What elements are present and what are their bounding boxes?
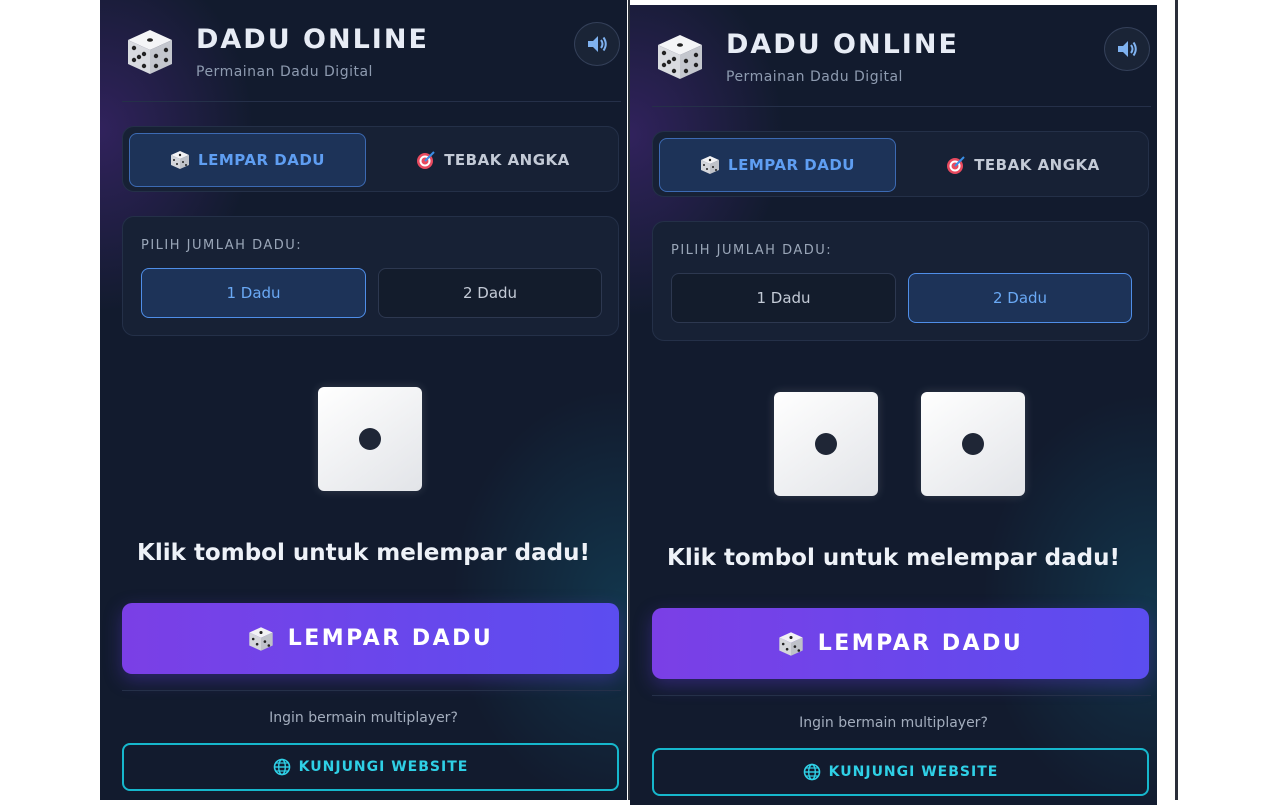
tab-tebak-angka[interactable]: TEBAK ANGKA [373,133,613,187]
dice-count-selector: PILIH JUMLAH DADU: 1 Dadu 2 Dadu [652,221,1149,341]
sound-toggle-button[interactable] [574,22,620,66]
roll-hint-text: Klik tombol untuk melempar dadu! [137,540,590,566]
tab-label: LEMPAR DADU [198,151,325,169]
app-subtitle: Permainan Dadu Digital [726,69,903,85]
die-pip [359,428,381,450]
mode-tabs: LEMPAR DADU TEBAK ANGKA [652,131,1149,197]
die-face [318,387,422,491]
dice-logo-icon [658,35,702,79]
roll-dice-button[interactable]: LEMPAR DADU [652,608,1149,679]
die-pip [962,433,984,455]
speaker-icon [1118,41,1137,57]
header-divider [652,106,1151,107]
target-icon [947,156,965,174]
roll-button-label: LEMPAR DADU [817,631,1024,656]
app-subtitle: Permainan Dadu Digital [196,64,373,80]
tab-lempar-dadu[interactable]: LEMPAR DADU [659,138,896,192]
header-divider [122,101,621,102]
visit-website-button[interactable]: KUNJUNGI WEBSITE [652,748,1149,796]
website-button-label: KUNJUNGI WEBSITE [828,764,999,780]
tab-label: TEBAK ANGKA [444,151,570,169]
dice-count-selector: PILIH JUMLAH DADU: 1 Dadu 2 Dadu [122,216,619,336]
dice-count-label: PILIH JUMLAH DADU: [671,243,833,258]
visit-website-button[interactable]: KUNJUNGI WEBSITE [122,743,619,791]
roll-button-label: LEMPAR DADU [287,626,494,651]
roll-dice-button[interactable]: LEMPAR DADU [122,603,619,674]
dice-logo-icon [128,30,172,74]
roll-hint-text: Klik tombol untuk melempar dadu! [667,545,1120,571]
dice-icon [779,631,803,656]
website-button-label: KUNJUNGI WEBSITE [298,759,469,775]
footer-divider [122,690,621,691]
two-dice-button[interactable]: 2 Dadu [908,273,1132,323]
app-title: DADU ONLINE [726,29,959,60]
die-pip [815,433,837,455]
globe-icon [273,758,290,776]
sound-toggle-button[interactable] [1104,27,1150,71]
multiplayer-prompt: Ingin bermain multiplayer? [269,710,458,726]
dice-icon [701,156,720,174]
one-die-button[interactable]: 1 Dadu [671,273,896,323]
tab-label: TEBAK ANGKA [974,156,1100,174]
tab-label: LEMPAR DADU [728,156,855,174]
mode-tabs: LEMPAR DADU TEBAK ANGKA [122,126,619,192]
dice-icon [249,626,273,651]
footer-divider [652,695,1151,696]
one-die-button[interactable]: 1 Dadu [141,268,366,318]
globe-icon [803,763,820,781]
panel-edge-line [1175,0,1178,800]
app-screen-two-dice: DADU ONLINE Permainan Dadu Digital LEMPA… [630,5,1157,805]
target-icon [417,151,435,169]
app-screen-one-die: DADU ONLINE Permainan Dadu Digital LEMPA… [100,0,627,800]
dice-icon [171,151,190,169]
two-dice-button[interactable]: 2 Dadu [378,268,602,318]
multiplayer-prompt: Ingin bermain multiplayer? [799,715,988,731]
tab-tebak-angka[interactable]: TEBAK ANGKA [903,138,1143,192]
speaker-icon [588,36,607,52]
app-title: DADU ONLINE [196,24,429,55]
dice-count-label: PILIH JUMLAH DADU: [141,238,303,253]
die-face [774,392,878,496]
tab-lempar-dadu[interactable]: LEMPAR DADU [129,133,366,187]
die-face [921,392,1025,496]
